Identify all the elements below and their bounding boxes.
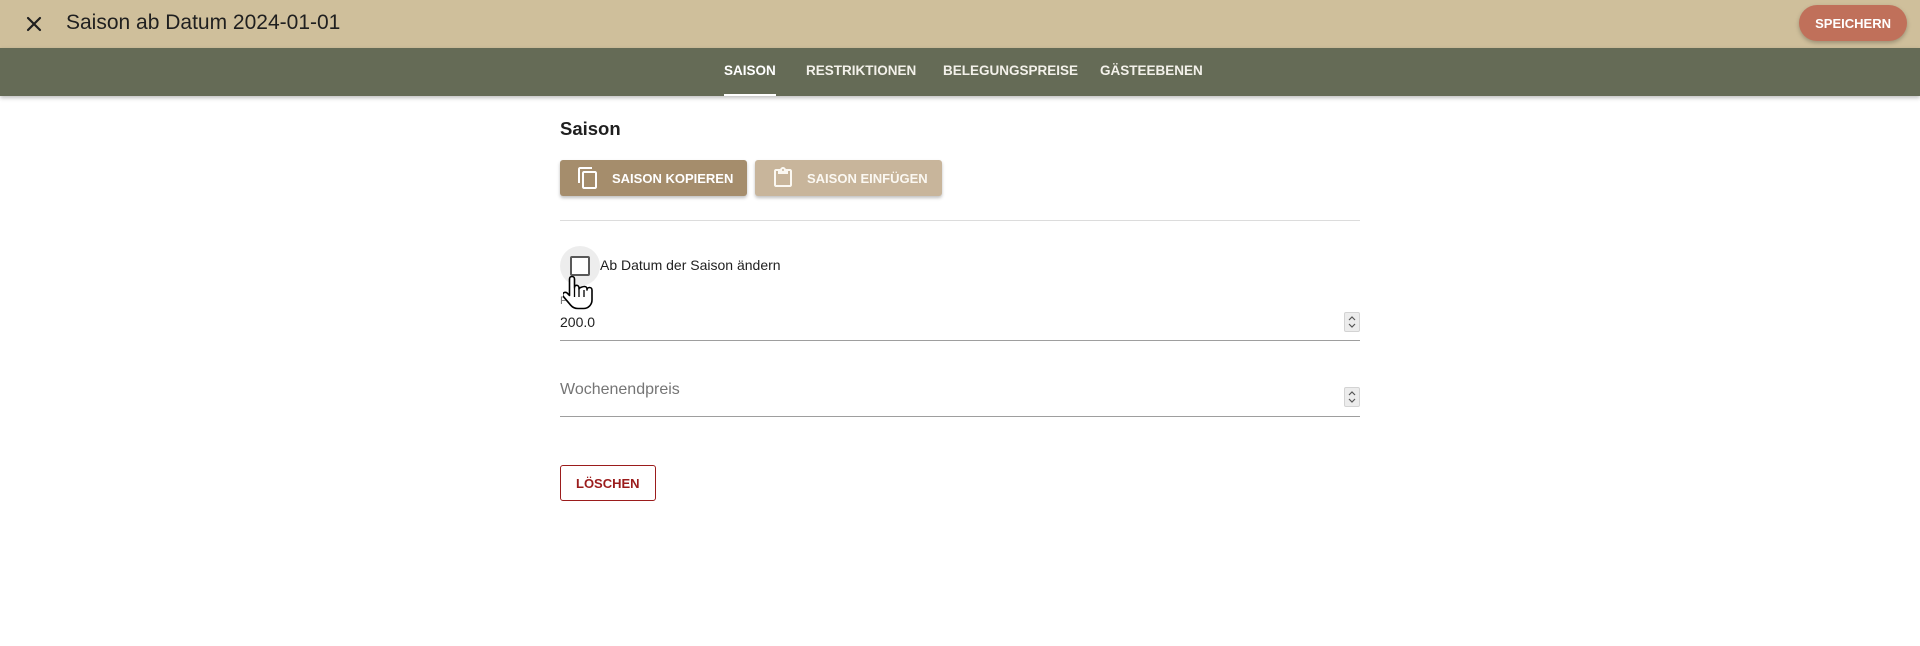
change-start-date-checkbox[interactable] (570, 256, 590, 276)
active-tab-indicator (724, 94, 776, 96)
tab-label: BELEGUNGSPREISE (943, 63, 1079, 78)
tab-saison[interactable]: SAISON (724, 48, 776, 96)
copy-season-button[interactable]: SAISON KOPIEREN (560, 160, 747, 196)
weekend-price-label: Wochenendpreis (560, 381, 680, 398)
dialog-header: Saison ab Datum 2024-01-01 SPEICHERN (0, 0, 1920, 48)
price-stepper[interactable] (1344, 312, 1360, 332)
change-start-date-label[interactable]: Ab Datum der Saison ändern (600, 257, 781, 273)
divider (560, 220, 1360, 221)
tab-bar: SAISON RESTRIKTIONEN BELEGUNGSPREISE GÄS… (0, 48, 1920, 96)
paste-season-label: SAISON EINFÜGEN (807, 170, 928, 186)
tab-belegungspreise[interactable]: BELEGUNGSPREISE (943, 48, 1078, 96)
dialog-title: Saison ab Datum 2024-01-01 (66, 11, 341, 34)
price-value[interactable]: 200.0 (560, 314, 595, 330)
tab-gaesteebenen[interactable]: GÄSTEEBENEN (1100, 48, 1203, 96)
copy-icon (576, 166, 600, 190)
clipboard-icon (771, 166, 795, 190)
weekend-price-stepper[interactable] (1344, 387, 1360, 407)
price-field[interactable]: P 200.0 (560, 292, 1360, 341)
save-button[interactable]: SPEICHERN (1799, 5, 1907, 41)
tab-label: RESTRIKTIONEN (806, 63, 917, 78)
weekend-price-field[interactable]: Wochenendpreis (560, 370, 1360, 417)
tab-restriktionen[interactable]: RESTRIKTIONEN (806, 48, 916, 96)
tab-label: GÄSTEEBENEN (1100, 63, 1203, 78)
paste-season-button[interactable]: SAISON EINFÜGEN (755, 160, 942, 196)
section-title: Saison (560, 118, 621, 139)
delete-button[interactable]: LÖSCHEN (560, 465, 656, 501)
copy-season-label: SAISON KOPIEREN (612, 170, 734, 186)
tab-label: SAISON (724, 63, 776, 78)
close-icon[interactable] (22, 12, 46, 36)
hand-cursor-icon (561, 274, 597, 314)
